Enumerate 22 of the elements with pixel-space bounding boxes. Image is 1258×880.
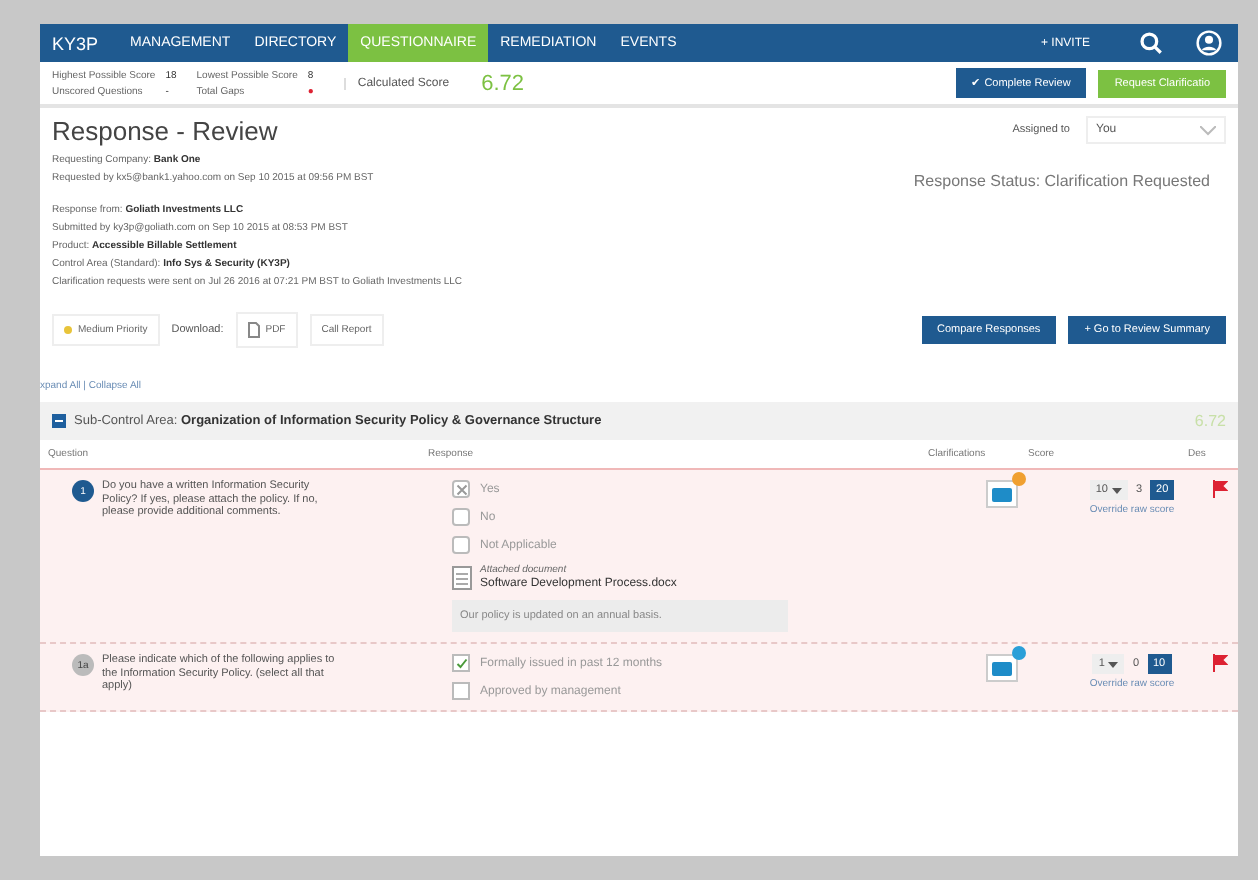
response-status: Response Status: Clarification Requested (913, 172, 1210, 190)
logo-text: KY3P (52, 33, 99, 53)
page-title: Response - Review (52, 116, 280, 146)
section-score: 6.72 (1194, 412, 1226, 430)
chat-icon (992, 661, 1012, 675)
document-icon (247, 322, 260, 338)
collapse-icon[interactable] (52, 414, 66, 428)
search-icon[interactable] (1138, 30, 1164, 56)
radio-button[interactable] (452, 480, 470, 498)
chevron-icon (1200, 125, 1216, 135)
radio-button[interactable] (452, 536, 470, 554)
document-icon (452, 565, 472, 589)
caret-icon (1108, 661, 1119, 667)
calculated-score: 6.72 (481, 71, 525, 95)
flag-icon[interactable] (1212, 654, 1228, 672)
radio-button[interactable] (452, 508, 470, 526)
user-icon[interactable] (1196, 30, 1222, 56)
checkbox[interactable] (452, 654, 470, 672)
checkbox[interactable] (452, 682, 470, 700)
chat-icon (992, 487, 1012, 501)
flag-icon[interactable] (1212, 480, 1228, 498)
caret-icon (1111, 487, 1122, 493)
